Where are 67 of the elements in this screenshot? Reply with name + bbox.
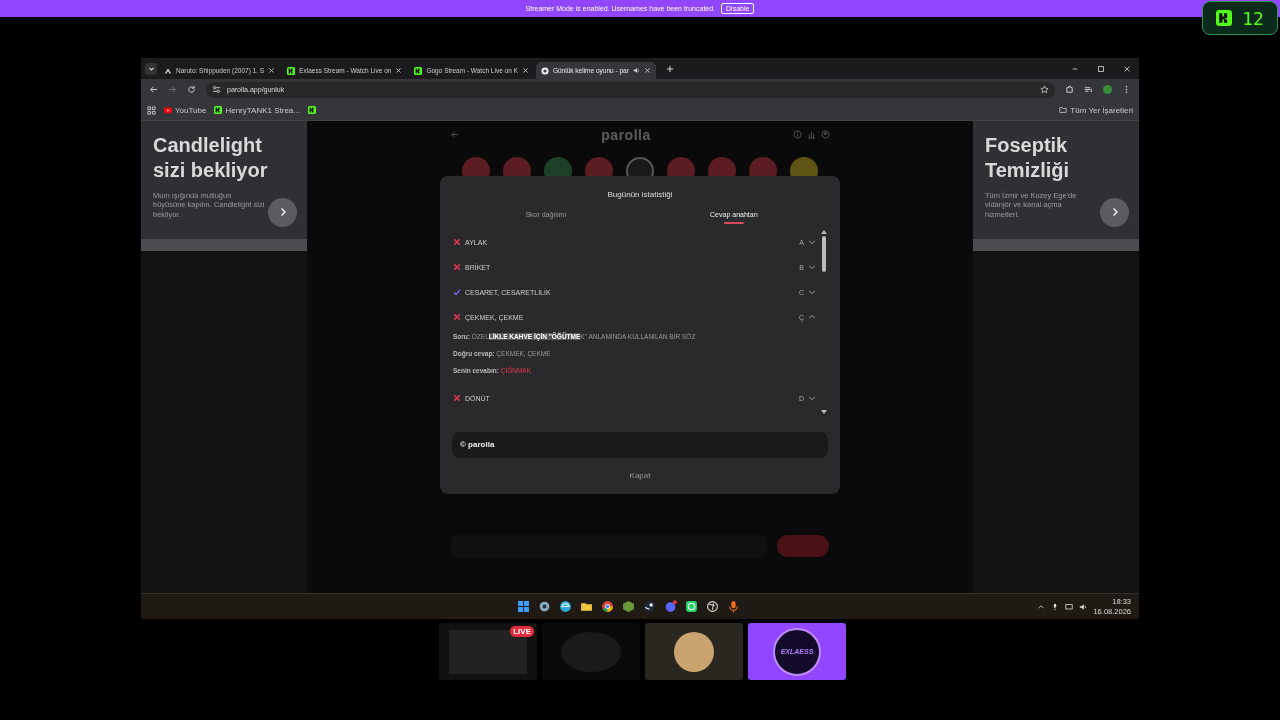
cube-icon[interactable]: [620, 598, 636, 615]
next-button[interactable]: [1100, 197, 1129, 227]
bookmark[interactable]: YouTube: [164, 105, 207, 115]
play-icon: [164, 106, 172, 115]
avatar-placeholder: [674, 631, 714, 672]
back-icon[interactable]: [149, 85, 158, 95]
monitor-icon[interactable]: [1065, 602, 1074, 611]
live-badge: LIVE: [510, 626, 534, 637]
chevron-up-icon[interactable]: [1037, 602, 1046, 611]
steam-icon[interactable]: [641, 598, 657, 615]
stream-thumbnail[interactable]: [645, 623, 743, 680]
close-icon: [643, 67, 651, 74]
bookmark[interactable]: HenryTANK1 Strea...: [214, 105, 300, 115]
ad-headline: Foseptik Temizliği: [985, 132, 1071, 183]
close-icon: [395, 67, 403, 74]
scroll-up-icon[interactable]: [821, 229, 827, 234]
stream-thumbnail[interactable]: [542, 623, 640, 680]
forward-icon[interactable]: [168, 85, 177, 95]
chevron-down-icon: [808, 238, 816, 247]
chevron-down-icon: [808, 394, 816, 403]
logo-icon: [214, 106, 223, 115]
cross-icon: [453, 238, 461, 247]
media-icon[interactable]: [1084, 85, 1093, 95]
copyright-text: © parolla: [460, 440, 495, 450]
next-button[interactable]: [268, 197, 297, 227]
logo-icon: [1216, 10, 1233, 26]
chevron-down-icon: [808, 288, 816, 297]
stream-thumbnail[interactable]: LIVE: [439, 623, 537, 680]
scrollbar[interactable]: [820, 229, 828, 414]
site-settings-icon: [212, 85, 221, 95]
speaker-icon[interactable]: [1079, 602, 1088, 611]
cross-icon: [453, 394, 461, 403]
extensions-icon[interactable]: [1065, 85, 1074, 95]
chevron-down-icon: [147, 65, 155, 72]
browser-icon[interactable]: [557, 598, 573, 615]
circle-icon: [540, 66, 549, 75]
close-icon[interactable]: [1123, 64, 1131, 73]
reload-icon[interactable]: [187, 85, 196, 95]
aperture-icon[interactable]: [704, 598, 720, 615]
cross-icon: [453, 263, 461, 272]
profile-avatar[interactable]: [1103, 85, 1112, 95]
logo-icon: [287, 66, 296, 75]
bookmark[interactable]: [308, 106, 316, 115]
cross-icon: [453, 313, 461, 322]
logo-icon: [308, 106, 316, 115]
logo-icon: [414, 66, 423, 75]
new-tab-icon[interactable]: [665, 64, 674, 73]
ad-headline: Candlelight sizi bekliyor: [153, 132, 269, 183]
peak-icon: [164, 66, 172, 75]
chrome-icon[interactable]: [599, 598, 615, 615]
apps-icon[interactable]: [147, 105, 156, 115]
folder-icon: [1059, 106, 1068, 115]
close-icon: [268, 67, 276, 74]
close-button[interactable]: Kapat: [623, 469, 657, 481]
chevron-down-icon: [808, 263, 816, 272]
windows-start-icon[interactable]: [515, 598, 531, 615]
phone-chat-icon[interactable]: [683, 598, 699, 615]
all-bookmarks-button[interactable]: Tüm Yer İşaretleri: [1059, 105, 1133, 115]
star-icon[interactable]: [1040, 85, 1049, 95]
dialog-title: Bugünün istatistiği: [606, 189, 674, 199]
close-icon: [521, 67, 529, 74]
restore-icon[interactable]: [1097, 64, 1105, 73]
tab-search-button[interactable]: [145, 62, 157, 75]
check-icon: [453, 288, 461, 297]
site-logo: parolla: [600, 126, 652, 143]
scroll-down-icon[interactable]: [821, 409, 827, 414]
viewer-count-badge: 12: [1202, 1, 1278, 35]
